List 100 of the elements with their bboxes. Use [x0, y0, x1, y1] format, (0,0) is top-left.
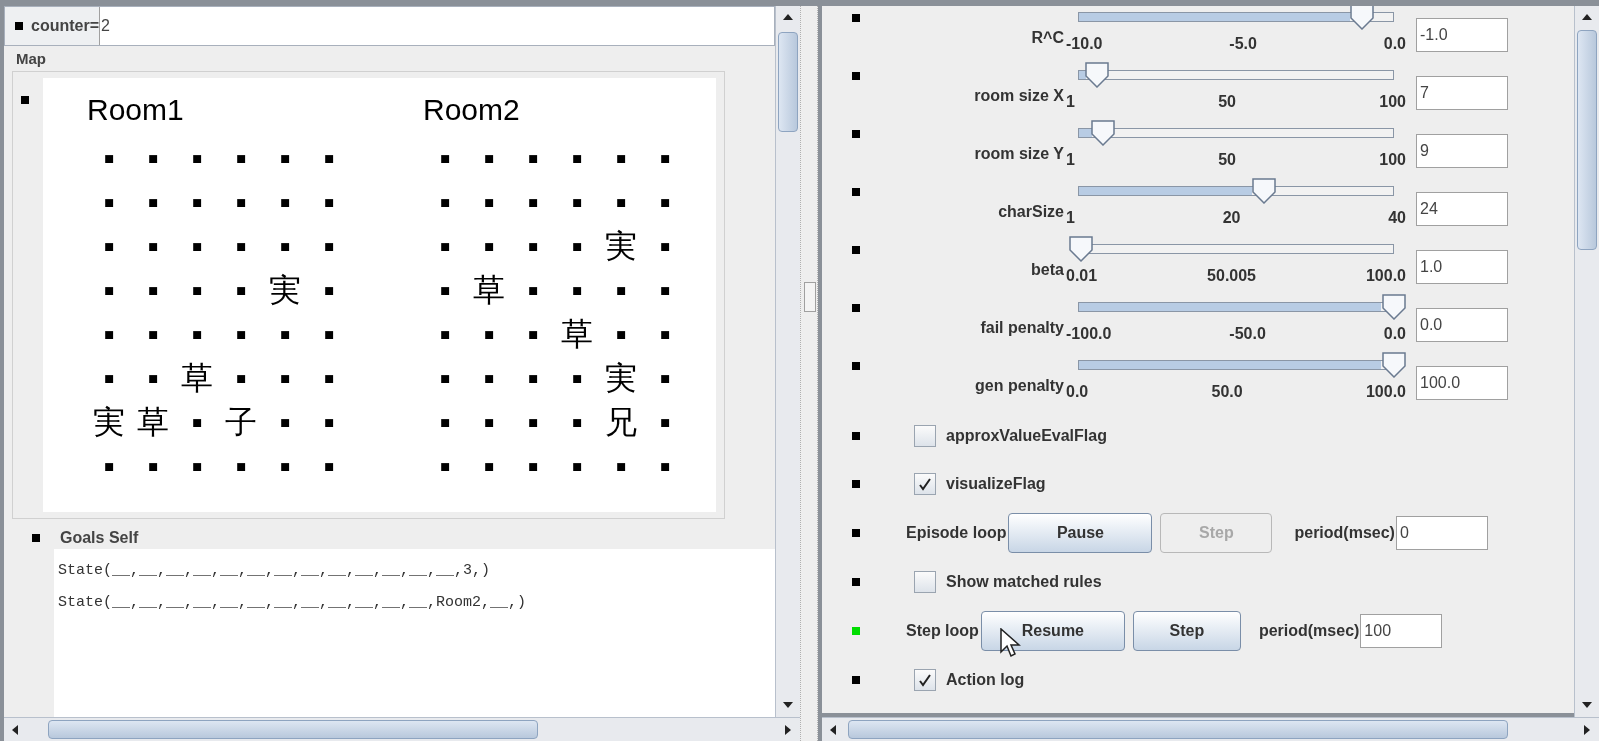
value-field[interactable]: 7 [1416, 76, 1508, 110]
map-cell: ▪ [235, 317, 247, 350]
map-cell: ▪ [279, 141, 291, 174]
map-cell: ▪ [147, 185, 159, 218]
tick-label: 50 [1218, 150, 1236, 170]
map-cell: ▪ [191, 273, 203, 306]
period-label: period(msec) [1294, 523, 1395, 543]
map-cell: ▪ [571, 185, 583, 218]
map-cell: ▪ [439, 229, 451, 262]
checkbox[interactable] [914, 669, 936, 691]
checkbox-label: Action log [946, 670, 1025, 690]
horizontal-scrollbar[interactable] [4, 717, 800, 741]
value-field[interactable]: 100.0 [1416, 366, 1508, 400]
scrollbar-thumb[interactable] [48, 720, 538, 739]
map-cell: ▪ [659, 449, 671, 482]
map-cell: ▪ [147, 449, 159, 482]
slider-fill [1079, 129, 1093, 137]
map-cell: ▪ [527, 229, 539, 262]
map-cell: ▪ [615, 317, 627, 350]
slider-fill [1079, 71, 1086, 79]
map-cell: ▪ [235, 449, 247, 482]
slider-thumb[interactable] [1382, 352, 1406, 378]
checkbox[interactable] [914, 425, 936, 447]
checkbox-label: visualizeFlag [946, 474, 1046, 494]
map-cell: 草 [137, 405, 169, 438]
slider-thumb[interactable] [1252, 178, 1277, 204]
scrollbar-thumb[interactable] [1577, 30, 1597, 250]
map-cell: 草 [561, 317, 593, 350]
period-field[interactable]: 0 [1395, 516, 1488, 550]
map-cell: ▪ [191, 229, 203, 262]
map-cell: ▪ [527, 361, 539, 394]
divider-handle[interactable] [804, 282, 816, 312]
map-cell: ▪ [323, 141, 335, 174]
scrollbar-thumb[interactable] [848, 720, 1508, 739]
button[interactable]: Resume [980, 611, 1125, 651]
tick-label: 100 [1379, 150, 1406, 170]
map-cell: ▪ [527, 273, 539, 306]
map-cell: ▪ [191, 185, 203, 218]
map-cell: ▪ [323, 317, 335, 350]
map-cell: ▪ [615, 449, 627, 482]
map-cell: ▪ [439, 405, 451, 438]
map-cell: ▪ [147, 361, 159, 394]
tick-label: 0.0 [1383, 324, 1406, 344]
room-title: Room2 [423, 91, 521, 128]
room-title: Room1 [87, 91, 185, 128]
slider-label: room size X [973, 86, 1065, 106]
goal-line: State(__,__,__,__,__,__,__,__,__,__,__,__,Room2,__,) [58, 592, 528, 613]
map-cell: ▪ [571, 405, 583, 438]
map-cell: ▪ [235, 361, 247, 394]
group-title: Map [16, 49, 47, 69]
checkbox[interactable] [914, 571, 936, 593]
map-cell: ▪ [103, 449, 115, 482]
map-cell: 草 [181, 361, 213, 394]
button[interactable]: Pause [1008, 513, 1153, 553]
period-label: period(msec) [1258, 621, 1360, 641]
map-cell: 兄 [605, 405, 637, 438]
value-field[interactable]: 1.0 [1416, 250, 1508, 284]
map-cell: ▪ [571, 229, 583, 262]
slider-thumb[interactable] [1382, 294, 1406, 320]
period-field[interactable]: 100 [1360, 614, 1443, 648]
tick-label: 1 [1066, 92, 1075, 112]
value-field[interactable]: 24 [1416, 192, 1508, 226]
tick-label: 1 [1066, 208, 1075, 228]
map-cell: ▪ [279, 361, 291, 394]
map-cell: ▪ [659, 317, 671, 350]
split-divider[interactable] [800, 6, 818, 741]
loop-label: Step loop [906, 621, 979, 641]
vertical-scrollbar[interactable] [775, 6, 800, 717]
slider-thumb[interactable] [1091, 120, 1116, 146]
map-cell: ▪ [323, 449, 335, 482]
map-cell: ▪ [483, 141, 495, 174]
slider-thumb[interactable] [1069, 236, 1094, 262]
goals-text-area[interactable]: State(__,__,__,__,__,__,__,__,__,__,__,__,__,3,) State(__,__,__,__,__,__,__,__,__,__,__,__,Room2,__,) [54, 548, 775, 717]
value-field[interactable]: -1.0 [1416, 18, 1508, 52]
map-cell: ▪ [439, 141, 451, 174]
map-cell: ▪ [439, 273, 451, 306]
scrollbar-thumb[interactable] [778, 32, 798, 132]
vertical-scrollbar[interactable] [1574, 6, 1599, 717]
horizontal-scrollbar[interactable] [822, 717, 1599, 741]
map-cell: ▪ [147, 229, 159, 262]
tick-label: 50.005 [1207, 266, 1256, 286]
map-cell: ▪ [615, 185, 627, 218]
slider-thumb[interactable] [1084, 62, 1109, 88]
counter-field[interactable]: 2 [99, 7, 774, 45]
map-cell: 実 [93, 405, 125, 438]
tick-label: 50.0 [1211, 382, 1243, 402]
slider-thumb[interactable] [1350, 6, 1375, 30]
checkbox[interactable] [914, 473, 936, 495]
map-cell: ▪ [527, 185, 539, 218]
map-cell: ▪ [659, 141, 671, 174]
button[interactable]: Step [1132, 611, 1241, 651]
map-cell: ▪ [103, 229, 115, 262]
map-cell: ▪ [615, 141, 627, 174]
value-field[interactable]: 9 [1416, 134, 1508, 168]
tick-label: 100 [1379, 92, 1406, 112]
map-cell: ▪ [527, 449, 539, 482]
value-field[interactable]: 0.0 [1416, 308, 1508, 342]
map-cell: ▪ [527, 141, 539, 174]
map-cell: ▪ [191, 317, 203, 350]
tick-label: -100.0 [1066, 324, 1112, 344]
